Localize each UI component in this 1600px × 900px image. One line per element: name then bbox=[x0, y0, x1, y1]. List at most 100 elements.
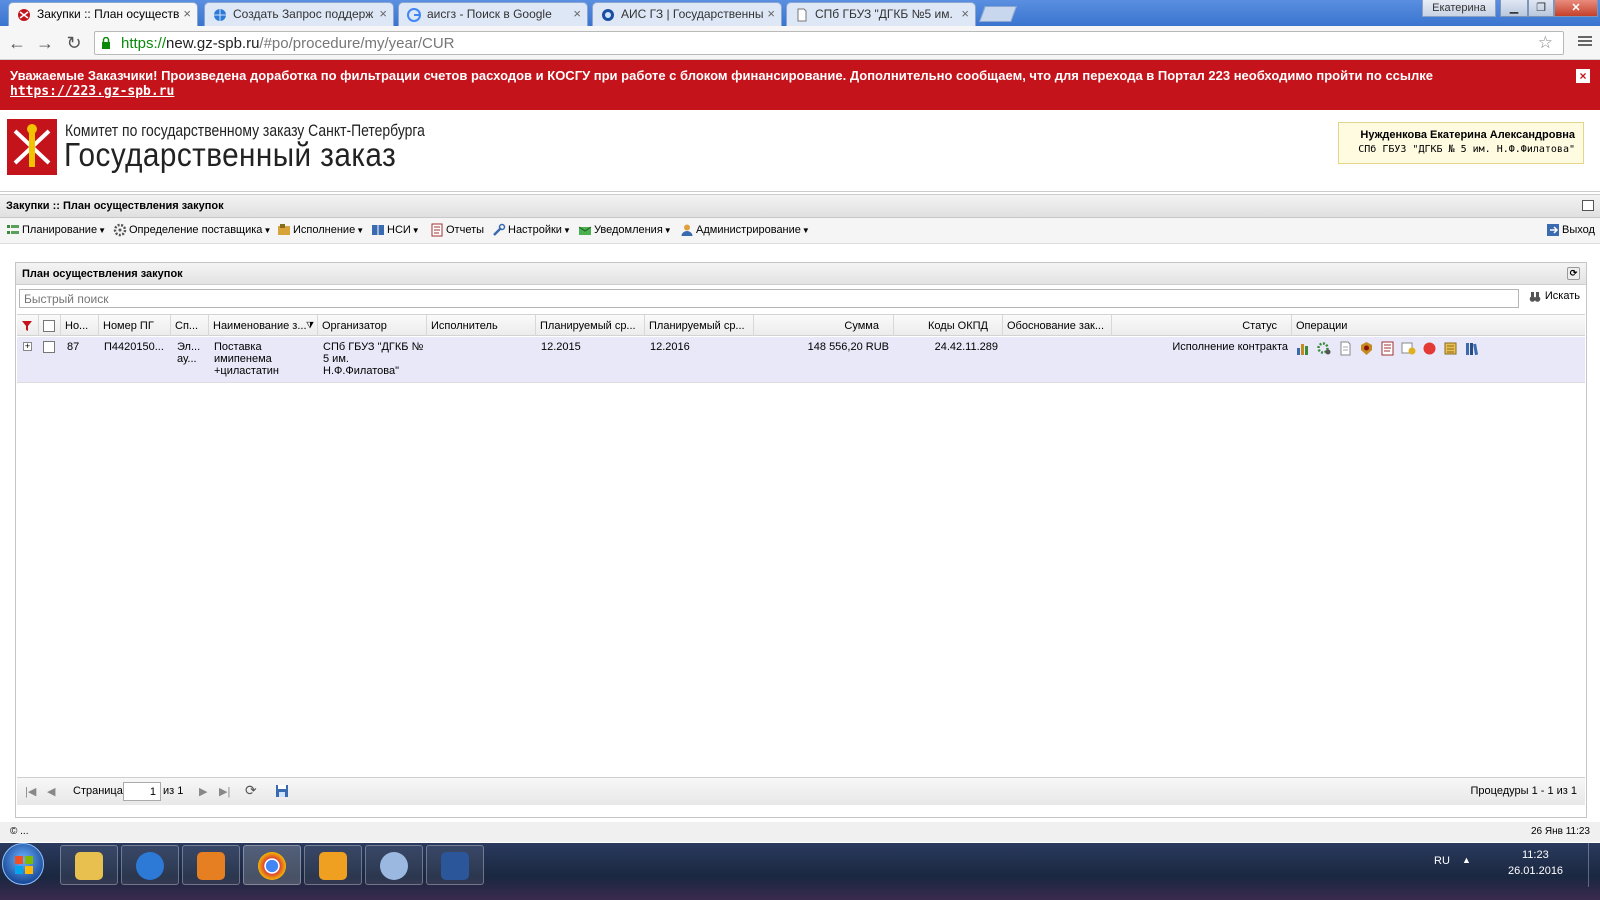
bookmark-star-icon[interactable]: ☆ bbox=[1538, 33, 1553, 53]
column-header[interactable]: Номер ПГ bbox=[99, 315, 171, 336]
tab-title: СПб ГБУЗ "ДГКБ №5 им. bbox=[815, 7, 953, 21]
report-icon[interactable] bbox=[1380, 341, 1395, 356]
next-page-icon[interactable]: ▶ bbox=[199, 785, 207, 798]
menu-reports[interactable]: Отчеты bbox=[430, 223, 484, 237]
quick-search-input[interactable] bbox=[19, 289, 1519, 308]
chevron-down-icon: ▼ bbox=[411, 226, 420, 235]
notice-text: Уважаемые Заказчики! Произведена доработ… bbox=[10, 68, 1434, 83]
word-icon bbox=[441, 852, 469, 880]
filter-icon[interactable]: ⧩ bbox=[306, 320, 314, 331]
menu-nsi[interactable]: НСИ▼ bbox=[371, 224, 420, 236]
menu-execution[interactable]: Исполнение▼ bbox=[277, 224, 364, 236]
main-menu: Планирование▼ Определение поставщика▼ Ис… bbox=[0, 218, 1600, 244]
browser-tab[interactable]: АИС ГЗ | Государственны × bbox=[592, 2, 782, 26]
address-bar[interactable]: https://new.gz-spb.ru/#po/procedure/my/y… bbox=[94, 31, 1564, 55]
spb-coat-of-arms-logo[interactable] bbox=[7, 119, 57, 175]
copyright: © ... bbox=[10, 826, 29, 837]
taskbar-chrome[interactable] bbox=[243, 845, 301, 885]
menu-administration[interactable]: Администрирование▼ bbox=[680, 224, 810, 236]
new-tab-button[interactable] bbox=[979, 6, 1017, 22]
notice-link[interactable]: https://223.gz-spb.ru bbox=[10, 84, 174, 99]
save-icon[interactable] bbox=[275, 784, 289, 798]
chevron-down-icon: ▼ bbox=[356, 226, 365, 235]
column-header[interactable]: Планируемый ср... bbox=[536, 315, 645, 336]
page-number-input[interactable] bbox=[123, 782, 161, 801]
browser-menu-icon[interactable] bbox=[1578, 34, 1592, 48]
taskbar-ie[interactable] bbox=[121, 845, 179, 885]
column-header[interactable]: Операции bbox=[1292, 315, 1585, 336]
maximize-panel-icon[interactable] bbox=[1582, 200, 1594, 211]
clock-time[interactable]: 11:23 bbox=[1522, 849, 1549, 861]
start-button[interactable] bbox=[2, 843, 44, 885]
forward-arrow-icon[interactable]: → bbox=[35, 33, 55, 53]
table-row[interactable]: + 87 П4420150... Эл... ау... Поставка им… bbox=[17, 337, 1585, 383]
browser-tab-active[interactable]: Закупки :: План осуществ × bbox=[8, 2, 198, 26]
expand-row-icon[interactable]: + bbox=[23, 342, 32, 351]
menu-settings[interactable]: Настройки▼ bbox=[492, 223, 571, 236]
cell-name: Поставка имипенема +циластатин bbox=[214, 341, 279, 377]
profile-button[interactable]: Екатерина bbox=[1422, 0, 1496, 17]
column-header[interactable]: Исполнитель bbox=[427, 315, 536, 336]
user-info-box[interactable]: Нужденкова Екатерина Александровна СПб Г… bbox=[1338, 122, 1584, 164]
chevron-down-icon: ▼ bbox=[98, 226, 106, 235]
back-arrow-icon[interactable]: ← bbox=[7, 33, 27, 53]
gears-icon[interactable] bbox=[1317, 341, 1332, 356]
browser-tab[interactable]: СПб ГБУЗ "ДГКБ №5 им. × bbox=[786, 2, 976, 26]
column-header[interactable]: Статус bbox=[1112, 315, 1292, 336]
tab-close-icon[interactable]: × bbox=[767, 6, 775, 21]
library-icon[interactable] bbox=[1465, 341, 1480, 356]
taskbar-paint[interactable] bbox=[365, 845, 423, 885]
url-text: https://new.gz-spb.ru/#po/procedure/my/y… bbox=[121, 35, 455, 52]
row-checkbox[interactable] bbox=[43, 341, 55, 356]
close-icon[interactable]: × bbox=[1576, 69, 1590, 83]
tab-close-icon[interactable]: × bbox=[379, 6, 387, 21]
column-header[interactable]: Организатор bbox=[318, 315, 427, 336]
scroll-icon[interactable] bbox=[1443, 341, 1458, 356]
prev-page-icon[interactable]: ◀ bbox=[47, 785, 55, 798]
stop-icon[interactable] bbox=[1422, 341, 1437, 356]
first-page-icon[interactable]: |◀ bbox=[25, 785, 36, 798]
tray-expand-icon[interactable]: ▲ bbox=[1462, 855, 1471, 865]
operations-cell bbox=[1296, 341, 1483, 356]
browser-tab[interactable]: Создать Запрос поддерж × bbox=[204, 2, 394, 26]
tab-close-icon[interactable]: × bbox=[183, 6, 191, 21]
taskbar-explorer[interactable] bbox=[60, 845, 118, 885]
records-summary: Процедуры 1 - 1 из 1 bbox=[1470, 785, 1578, 797]
filter-clear-icon[interactable] bbox=[17, 315, 39, 336]
column-header[interactable]: Сп... bbox=[171, 315, 209, 336]
clock-date[interactable]: 26.01.2016 bbox=[1508, 865, 1563, 877]
column-header[interactable]: Наименование з... ⧩ bbox=[209, 315, 318, 336]
maximize-button[interactable]: ❐ bbox=[1528, 0, 1554, 17]
chart-icon[interactable] bbox=[1296, 341, 1311, 356]
emblem-icon[interactable] bbox=[1359, 341, 1374, 356]
show-desktop-button[interactable] bbox=[1588, 843, 1600, 887]
column-header[interactable]: Но... bbox=[61, 315, 99, 336]
taskbar-media-player[interactable] bbox=[182, 845, 240, 885]
taskbar-word[interactable] bbox=[426, 845, 484, 885]
browser-tab[interactable]: аисгз - Поиск в Google × bbox=[398, 2, 588, 26]
taskbar-outlook[interactable] bbox=[304, 845, 362, 885]
select-all-checkbox[interactable] bbox=[39, 315, 61, 336]
tab-close-icon[interactable]: × bbox=[573, 6, 581, 21]
column-header[interactable]: Планируемый ср... bbox=[645, 315, 754, 336]
tab-close-icon[interactable]: × bbox=[961, 6, 969, 21]
refresh-icon[interactable]: ⟳ bbox=[1567, 267, 1580, 280]
menu-planning[interactable]: Планирование▼ bbox=[6, 224, 106, 236]
refresh-icon[interactable]: ⟳ bbox=[245, 782, 257, 799]
reload-icon[interactable]: ↻ bbox=[64, 33, 84, 53]
column-header[interactable]: Коды ОКПД bbox=[894, 315, 1003, 336]
search-button[interactable]: Искать bbox=[1527, 290, 1580, 302]
menu-notifications[interactable]: Уведомления▼ bbox=[578, 224, 672, 236]
lock-icon bbox=[102, 37, 110, 49]
column-header[interactable]: Обоснование зак... bbox=[1003, 315, 1112, 336]
document-icon[interactable] bbox=[1338, 341, 1353, 356]
menu-supplier-selection[interactable]: Определение поставщика▼ bbox=[113, 223, 271, 237]
exit-button[interactable]: Выход bbox=[1546, 224, 1595, 236]
url-host: new.gz-spb.ru bbox=[166, 35, 260, 52]
language-indicator[interactable]: RU bbox=[1434, 855, 1450, 867]
column-header[interactable]: Сумма bbox=[754, 315, 894, 336]
minimize-button[interactable]: ▁ bbox=[1500, 0, 1528, 17]
close-window-button[interactable]: ✕ bbox=[1554, 0, 1598, 17]
certificate-icon[interactable] bbox=[1401, 341, 1416, 356]
last-page-icon[interactable]: ▶| bbox=[219, 785, 230, 798]
